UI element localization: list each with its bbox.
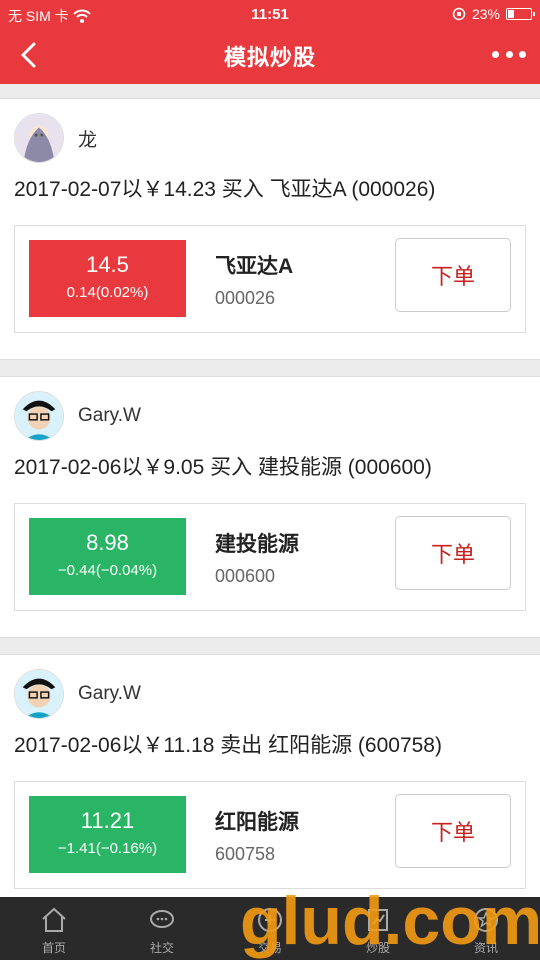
post-user[interactable]: 龙 — [14, 113, 97, 163]
trade-feed: 龙 2017-02-07以￥14.23 买入 飞亚达A (000026) 14.… — [0, 98, 540, 932]
stock-name: 红阳能源 — [215, 811, 299, 834]
tab-label: 社交 — [149, 941, 174, 955]
watermark-main: glud — [240, 883, 384, 959]
price-badge: 8.98 −0.44(−0.04%) — [29, 518, 186, 595]
watermark-suffix: .com — [383, 883, 540, 959]
username: 龙 — [78, 129, 98, 151]
stock-info: 红阳能源 600758 — [215, 806, 299, 865]
stock-card[interactable]: 11.21 −1.41(−0.16%) 红阳能源 600758 下单 — [14, 781, 526, 889]
stock-code: 000026 — [215, 288, 276, 308]
stock-info: 建投能源 000600 — [215, 528, 299, 587]
trade-description: 2017-02-06以￥9.05 买入 建投能源 (000600) — [14, 456, 432, 479]
avatar — [14, 669, 64, 719]
stock-card[interactable]: 14.5 0.14(0.02%) 飞亚达A 000026 下单 — [14, 225, 526, 333]
place-order-button[interactable]: 下单 — [395, 238, 511, 312]
tab-label: 首页 — [41, 941, 66, 955]
more-menu-button[interactable] — [492, 42, 526, 66]
status-bar: 无 SIM 卡 11:51 23% — [0, 4, 540, 26]
battery-percent: 23% — [471, 6, 500, 22]
navigation-bar: 模拟炒股 — [0, 30, 540, 80]
rotation-lock-icon — [452, 7, 466, 21]
stock-price: 14.5 — [86, 252, 129, 277]
price-change: −1.41(−0.16%) — [57, 840, 158, 857]
post-user[interactable]: Gary.W — [14, 669, 141, 719]
tab-home[interactable]: 首页 — [0, 897, 108, 960]
stock-name: 飞亚达A — [215, 255, 294, 278]
place-order-button[interactable]: 下单 — [395, 794, 511, 868]
trade-post: 龙 2017-02-07以￥14.23 买入 飞亚达A (000026) 14.… — [0, 98, 540, 360]
price-badge: 14.5 0.14(0.02%) — [29, 240, 186, 317]
price-badge: 11.21 −1.41(−0.16%) — [29, 796, 186, 873]
app-header: 无 SIM 卡 11:51 23% 模拟炒股 — [0, 0, 540, 84]
chat-icon — [150, 910, 174, 928]
watermark: glud.com — [240, 882, 540, 960]
home-icon — [42, 907, 66, 932]
price-change: −0.44(−0.04%) — [57, 562, 158, 579]
avatar — [14, 113, 64, 163]
username: Gary.W — [78, 405, 141, 426]
stock-card[interactable]: 8.98 −0.44(−0.04%) 建投能源 000600 下单 — [14, 503, 526, 611]
stock-name: 建投能源 — [215, 533, 299, 556]
trade-description: 2017-02-07以￥14.23 买入 飞亚达A (000026) — [14, 178, 436, 201]
username: Gary.W — [78, 683, 141, 704]
stock-code: 600758 — [215, 844, 276, 864]
trade-post: Gary.W 2017-02-06以￥9.05 买入 建投能源 (000600)… — [0, 376, 540, 638]
page-title: 模拟炒股 — [223, 45, 316, 70]
battery-icon — [506, 8, 535, 20]
trade-description: 2017-02-06以￥11.18 卖出 红阳能源 (600758) — [14, 734, 442, 757]
stock-info: 飞亚达A 000026 — [215, 250, 293, 309]
place-order-button[interactable]: 下单 — [395, 516, 511, 590]
stock-price: 8.98 — [86, 530, 129, 555]
avatar — [14, 391, 64, 441]
trade-post: Gary.W 2017-02-06以￥11.18 卖出 红阳能源 (600758… — [0, 654, 540, 916]
stock-price: 11.21 — [80, 808, 135, 833]
stock-code: 000600 — [215, 566, 276, 586]
price-change: 0.14(0.02%) — [66, 284, 149, 301]
tab-social[interactable]: 社交 — [108, 897, 216, 960]
post-user[interactable]: Gary.W — [14, 391, 141, 441]
